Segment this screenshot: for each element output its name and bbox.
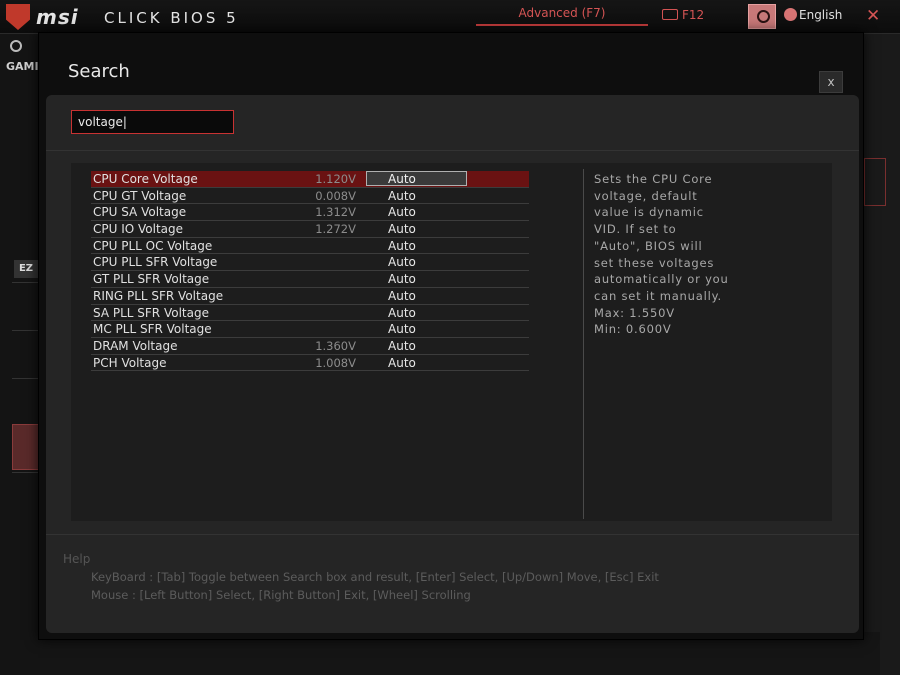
description-line: automatically or you	[594, 272, 729, 287]
setting-name: CPU Core Voltage	[93, 172, 198, 186]
clock-icon	[10, 40, 22, 52]
setting-name: GT PLL SFR Voltage	[93, 272, 210, 287]
setting-name: MC PLL SFR Voltage	[93, 322, 212, 337]
help-keyboard: KeyBoard : [Tab] Toggle between Search b…	[91, 570, 659, 584]
globe-icon	[784, 8, 797, 21]
result-row[interactable]: RING PLL SFR Voltage Auto	[91, 288, 529, 305]
result-row[interactable]: CPU GT Voltage 0.008V Auto	[91, 188, 529, 205]
description-line: voltage, default	[594, 188, 698, 203]
result-row[interactable]: CPU PLL SFR Voltage Auto	[91, 254, 529, 272]
setting-value[interactable]: Auto	[388, 221, 416, 237]
divider	[46, 150, 859, 151]
setting-name: SA PLL SFR Voltage	[93, 305, 209, 320]
setting-value[interactable]: Auto	[388, 305, 416, 321]
dialog-close-button[interactable]: x	[819, 71, 843, 93]
help-title: Help	[63, 552, 91, 566]
background-sidebar: GAMI EZ	[0, 34, 40, 675]
dialog-body: voltage| CPU Core Voltage 1.120V Auto CPU G…	[46, 95, 859, 633]
language-label: English	[799, 8, 843, 22]
result-row[interactable]: CPU PLL OC Voltage Auto	[91, 238, 529, 255]
results-list: CPU Core Voltage 1.120V Auto CPU GT Voltage…	[91, 171, 529, 372]
search-input[interactable]: voltage|	[71, 110, 234, 134]
current-voltage: 0.008V	[315, 188, 356, 203]
advanced-mode-tab[interactable]: Advanced (F7)	[476, 0, 648, 26]
current-voltage: 1.312V	[315, 205, 356, 220]
top-bar: msi CLICK BIOS 5 Advanced (F7) F12 Engli…	[0, 0, 900, 34]
divider	[583, 169, 584, 519]
sidebar-item-active	[12, 424, 40, 470]
description-line: Max: 1.550V	[594, 305, 675, 320]
setting-name: CPU GT Voltage	[93, 188, 187, 203]
current-voltage: 1.008V	[315, 355, 356, 370]
msi-logo: msi	[36, 5, 79, 29]
result-row[interactable]: CPU SA Voltage 1.312V Auto	[91, 204, 529, 222]
description-line: VID. If set to	[594, 222, 677, 237]
camera-icon	[662, 9, 678, 20]
search-button[interactable]	[748, 4, 776, 29]
setting-value[interactable]: Auto	[388, 321, 416, 337]
setting-name: RING PLL SFR Voltage	[93, 288, 224, 303]
result-row[interactable]: SA PLL SFR Voltage Auto	[91, 305, 529, 322]
divider	[46, 534, 859, 535]
result-row[interactable]: CPU IO Voltage 1.272V Auto	[91, 221, 529, 238]
current-voltage: 1.272V	[315, 222, 356, 237]
description-line: value is dynamic	[594, 205, 704, 220]
setting-value[interactable]: Auto	[388, 271, 416, 287]
screenshot-button[interactable]: F12	[662, 8, 704, 22]
setting-value[interactable]: Auto	[388, 204, 416, 220]
result-row[interactable]: MC PLL SFR Voltage Auto	[91, 321, 529, 338]
setting-name: DRAM Voltage	[93, 338, 178, 353]
ez-mode-label: EZ	[14, 260, 38, 278]
result-row[interactable]: GT PLL SFR Voltage Auto	[91, 271, 529, 288]
search-dialog: Search x voltage| CPU Core Voltage 1.120V…	[38, 32, 864, 640]
setting-value[interactable]: Auto	[388, 288, 416, 304]
result-row[interactable]: CPU Core Voltage 1.120V Auto	[91, 171, 529, 188]
sidebar-item	[12, 282, 40, 328]
dialog-title: Search	[68, 61, 130, 82]
msi-shield-icon	[6, 4, 30, 30]
setting-value[interactable]: Auto	[388, 188, 416, 204]
description-line: "Auto", BIOS will	[594, 238, 703, 253]
result-row[interactable]: DRAM Voltage 1.360V Auto	[91, 338, 529, 355]
search-results-panel: CPU Core Voltage 1.120V Auto CPU GT Voltage…	[71, 163, 832, 521]
setting-name: CPU PLL SFR Voltage	[93, 255, 218, 270]
sidebar-item	[12, 472, 40, 518]
current-voltage: 1.360V	[315, 338, 356, 353]
sidebar-item	[12, 330, 40, 376]
sidebar-item	[12, 378, 40, 424]
description-line: Min: 0.600V	[594, 322, 672, 337]
help-mouse: Mouse : [Left Button] Select, [Right But…	[91, 588, 471, 602]
setting-value[interactable]: Auto	[388, 171, 416, 187]
setting-value[interactable]: Auto	[388, 355, 416, 371]
description-line: can set it manually.	[594, 288, 722, 303]
item-description: Sets the CPU Core voltage, default value i…	[594, 171, 744, 338]
setting-value[interactable]: Auto	[388, 238, 416, 254]
screenshot-label: F12	[682, 8, 705, 22]
setting-name: CPU PLL OC Voltage	[93, 238, 213, 253]
result-row[interactable]: PCH Voltage 1.008V Auto	[91, 355, 529, 372]
setting-value[interactable]: Auto	[388, 254, 416, 270]
bios-title: CLICK BIOS 5	[104, 9, 239, 27]
background-panel	[864, 158, 886, 206]
setting-name: PCH Voltage	[93, 355, 167, 370]
exit-icon[interactable]: ✕	[866, 6, 880, 26]
value-selector[interactable]	[366, 171, 467, 186]
language-selector[interactable]: English	[784, 8, 842, 22]
game-boost-label: GAMI	[6, 60, 39, 73]
description-line: Sets the CPU Core	[594, 172, 713, 186]
setting-name: CPU SA Voltage	[93, 205, 187, 220]
setting-name: CPU IO Voltage	[93, 222, 184, 237]
description-line: set these voltages	[594, 255, 715, 270]
setting-value[interactable]: Auto	[388, 338, 416, 354]
current-voltage: 1.120V	[315, 172, 356, 186]
